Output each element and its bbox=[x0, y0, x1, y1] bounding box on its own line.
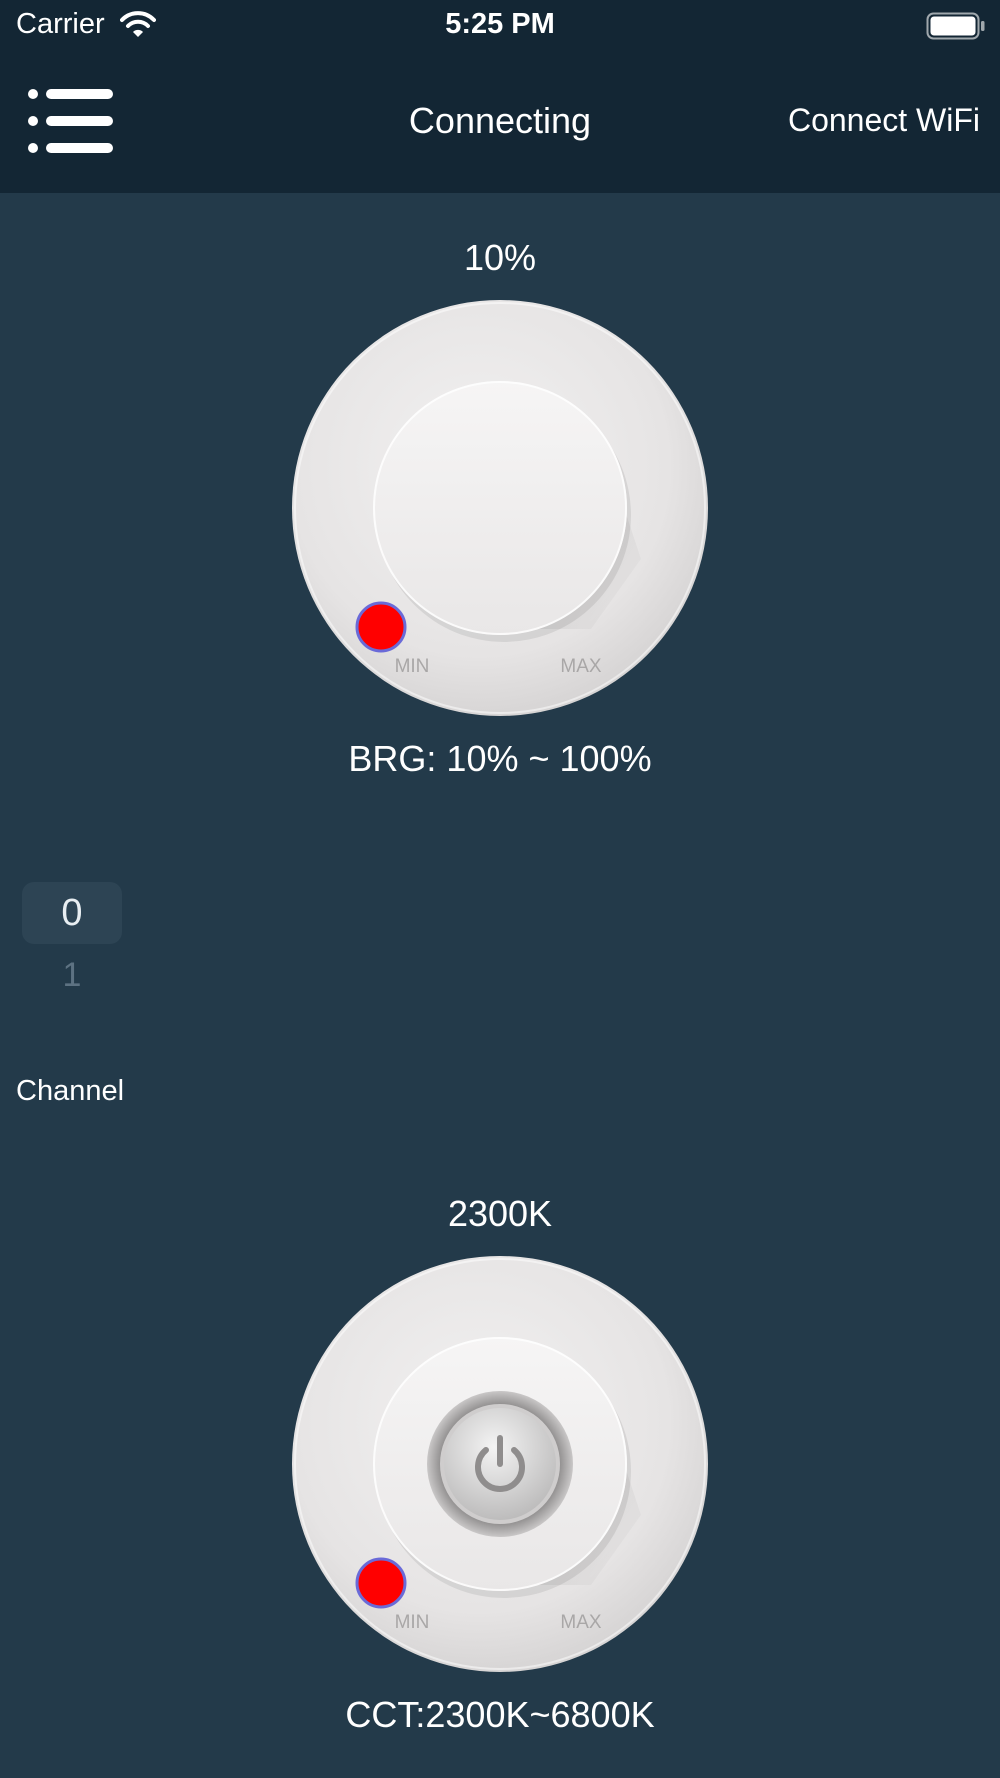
top-bar: Carrier 5:25 PM Connecting Connect WiFi bbox=[0, 0, 1000, 193]
channel-option-selected[interactable]: 0 bbox=[22, 882, 122, 944]
brightness-value: 10% bbox=[463, 237, 537, 278]
power-icon bbox=[427, 1391, 573, 1537]
connect-wifi-button[interactable]: Connect WiFi bbox=[788, 102, 980, 139]
brightness-knob[interactable]: MIN MAX bbox=[291, 299, 709, 717]
channel-picker[interactable]: 0 1 bbox=[22, 880, 122, 1010]
cct-max-label: MAX bbox=[560, 1612, 602, 1633]
brightness-min-label: MIN bbox=[395, 656, 430, 677]
cct-value: 2300K bbox=[447, 1193, 553, 1234]
battery-full-icon bbox=[926, 12, 986, 45]
brightness-max-label: MAX bbox=[560, 656, 602, 677]
brightness-range: BRG: 10% ~ 100% bbox=[348, 738, 652, 779]
cct-min-label: MIN bbox=[395, 1612, 430, 1633]
power-button[interactable] bbox=[426, 1390, 574, 1538]
cct-knob[interactable]: MIN MAX bbox=[291, 1255, 709, 1673]
status-time: 5:25 PM bbox=[445, 8, 555, 40]
status-bar: Carrier 5:25 PM bbox=[0, 0, 1000, 52]
cct-range: CCT:2300K~6800K bbox=[345, 1694, 655, 1735]
navigation-bar: Connecting Connect WiFi bbox=[0, 60, 1000, 180]
channel-label: Channel bbox=[16, 1075, 125, 1107]
channel-option[interactable]: 1 bbox=[22, 950, 122, 1000]
